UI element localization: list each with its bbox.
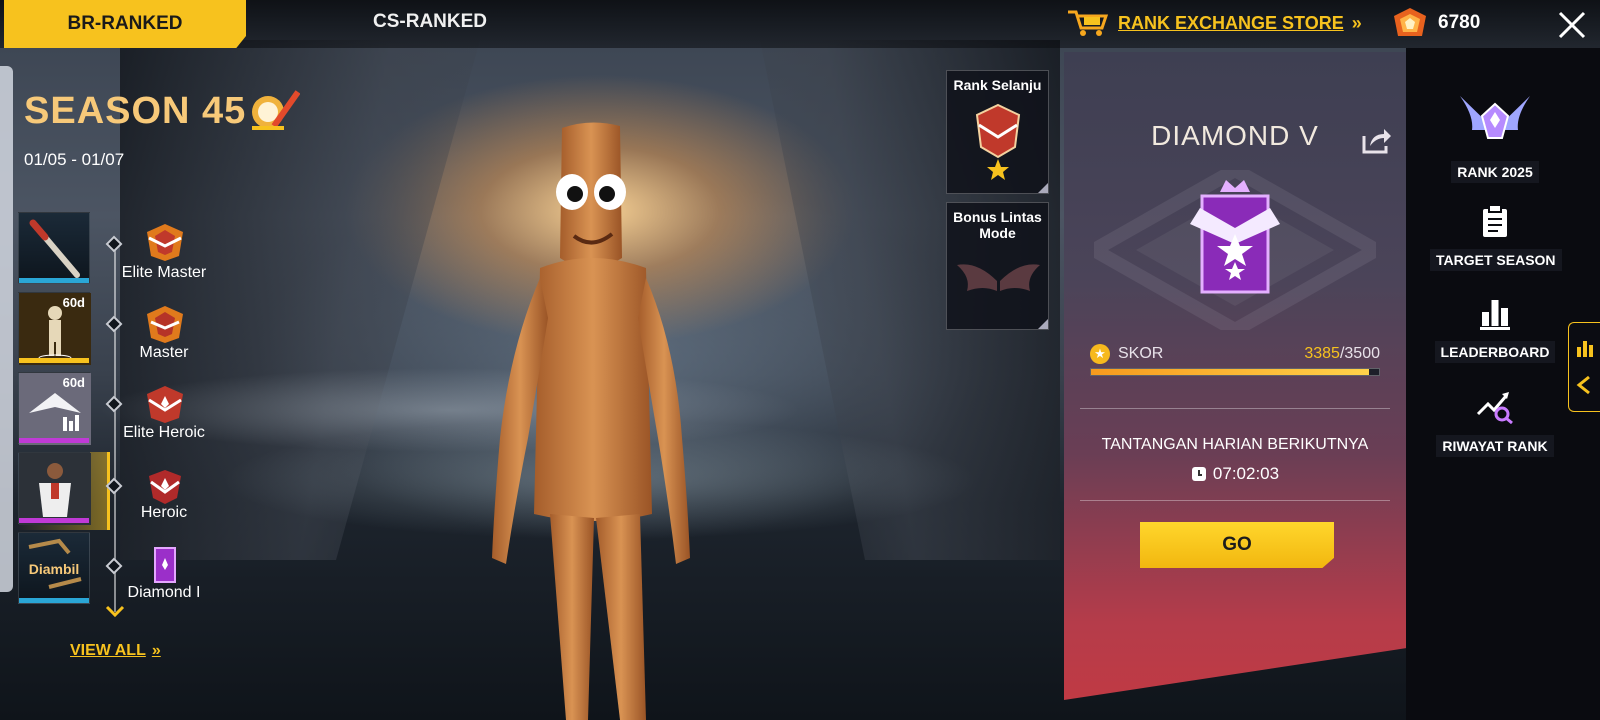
card-corner <box>1038 319 1048 329</box>
chevron-down-icon[interactable] <box>104 604 126 618</box>
tier-label-diamond-i: Diamond I <box>127 584 201 601</box>
side-panel-toggle[interactable] <box>1568 322 1600 412</box>
view-all-link[interactable]: VIEW ALL » <box>70 642 161 660</box>
next-rank-title: Rank Selanju <box>953 77 1042 93</box>
close-icon[interactable] <box>1555 8 1589 42</box>
master-badge-icon <box>147 306 183 343</box>
rank-2025-emblem-icon <box>1460 96 1530 139</box>
diamond-badge-icon <box>154 547 176 583</box>
bonus-title-line1: Bonus Lintas <box>953 209 1042 225</box>
reward-slot-weapon[interactable] <box>18 212 90 284</box>
left-edge-handle[interactable] <box>0 66 13 592</box>
currency-box[interactable]: 6780 <box>1392 6 1480 40</box>
next-rank-card[interactable]: Rank Selanju <box>946 70 1049 194</box>
reward-slot-emote[interactable]: 60d <box>18 292 91 365</box>
go-button[interactable]: GO <box>1140 522 1334 568</box>
heroic-star-badge-icon <box>975 103 1021 180</box>
share-icon[interactable] <box>1360 126 1392 154</box>
score-progress-bar <box>1090 368 1380 376</box>
elite-master-badge-icon <box>147 224 183 261</box>
reward-slot-outfit[interactable] <box>18 452 91 525</box>
rank-token-icon <box>1394 8 1426 36</box>
diamond-rank-emblem-icon <box>1094 170 1376 330</box>
score-total: /3500 <box>1339 345 1380 362</box>
menu-rank-2025[interactable]: RANK 2025 <box>1430 86 1560 183</box>
player-character <box>492 122 690 720</box>
score-progress-fill <box>1091 369 1370 375</box>
currency-amount: 6780 <box>1438 12 1481 33</box>
tab-br-ranked[interactable]: BR-RANKED <box>4 0 246 48</box>
clipboard-icon <box>1483 204 1507 237</box>
bonus-title-line2: Mode <box>979 225 1016 241</box>
daily-challenge-timer: 07:02:03 <box>1064 464 1406 484</box>
shopping-cart-icon <box>1068 10 1109 36</box>
tab-cs-ranked[interactable]: CS-RANKED <box>330 0 530 44</box>
rarity-bar <box>19 598 89 603</box>
rank-exchange-store-link[interactable]: RANK EXCHANGE STORE » <box>1066 6 1362 40</box>
tier-label-elite-heroic: Elite Heroic <box>123 424 205 441</box>
tier-label-master: Master <box>139 344 189 361</box>
divider <box>1080 500 1390 501</box>
card-corner <box>1038 183 1048 193</box>
score-label: SKOR <box>1118 345 1164 362</box>
score-row: ★ SKOR 3385/3500 <box>1090 342 1380 366</box>
score-current: 3385 <box>1304 345 1340 362</box>
menu-riwayat-rank[interactable]: RIWAYAT RANK <box>1430 388 1560 457</box>
menu-label-target-season: TARGET SEASON <box>1430 249 1562 271</box>
rarity-bar <box>19 278 89 283</box>
view-all-label: VIEW ALL <box>70 642 146 659</box>
menu-target-season[interactable]: TARGET SEASON <box>1430 204 1562 271</box>
rarity-bar <box>19 518 89 523</box>
score-value: 3385/3500 <box>1304 345 1380 363</box>
bar-chart-icon <box>1480 300 1510 330</box>
reward-slot-claimed[interactable]: Diambil <box>18 532 90 604</box>
divider <box>1080 408 1390 409</box>
season-dates: 01/05 - 01/07 <box>24 150 125 169</box>
season-title: SEASON 45 <box>24 90 247 132</box>
view-all-arrow: » <box>151 642 161 659</box>
rarity-bar <box>19 358 89 363</box>
elite-heroic-badge-icon <box>147 386 183 423</box>
season-badge-icon[interactable] <box>244 88 300 134</box>
reward-slot-banner[interactable]: 60d <box>18 372 91 445</box>
heroic-badge-icon <box>149 470 181 504</box>
menu-leaderboard[interactable]: LEADERBOARD <box>1430 296 1560 363</box>
rank-history-icon <box>1476 392 1513 425</box>
mini-bar-chart-icon <box>1577 341 1593 357</box>
daily-challenge-title: TANTANGAN HARIAN BERIKUTNYA <box>1101 436 1369 453</box>
menu-label-rank-2025: RANK 2025 <box>1451 161 1539 183</box>
claimed-label: Diambil <box>28 561 80 577</box>
rarity-bar <box>19 438 89 443</box>
clock-icon <box>1191 467 1206 481</box>
menu-label-riwayat-rank: RIWAYAT RANK <box>1436 435 1554 457</box>
reward-duration: 60d <box>62 295 85 310</box>
store-label: RANK EXCHANGE STORE <box>1118 12 1344 33</box>
wings-icon <box>957 264 1040 291</box>
chevron-left-icon <box>1576 375 1590 395</box>
tier-label-elite-master: Elite Master <box>121 264 207 281</box>
bonus-cross-mode-card[interactable]: Bonus Lintas Mode <box>946 202 1049 330</box>
reward-duration: 60d <box>62 375 85 390</box>
rank-name: DIAMOND V <box>1151 120 1319 151</box>
tier-label-heroic: Heroic <box>140 504 188 521</box>
menu-label-leaderboard: LEADERBOARD <box>1434 341 1556 363</box>
daily-time-value: 07:02:03 <box>1212 464 1280 483</box>
store-arrow: » <box>1351 12 1362 33</box>
score-star-icon: ★ <box>1090 344 1110 364</box>
baseball-bat-icon <box>29 219 80 278</box>
outfit-character-icon <box>19 453 91 525</box>
